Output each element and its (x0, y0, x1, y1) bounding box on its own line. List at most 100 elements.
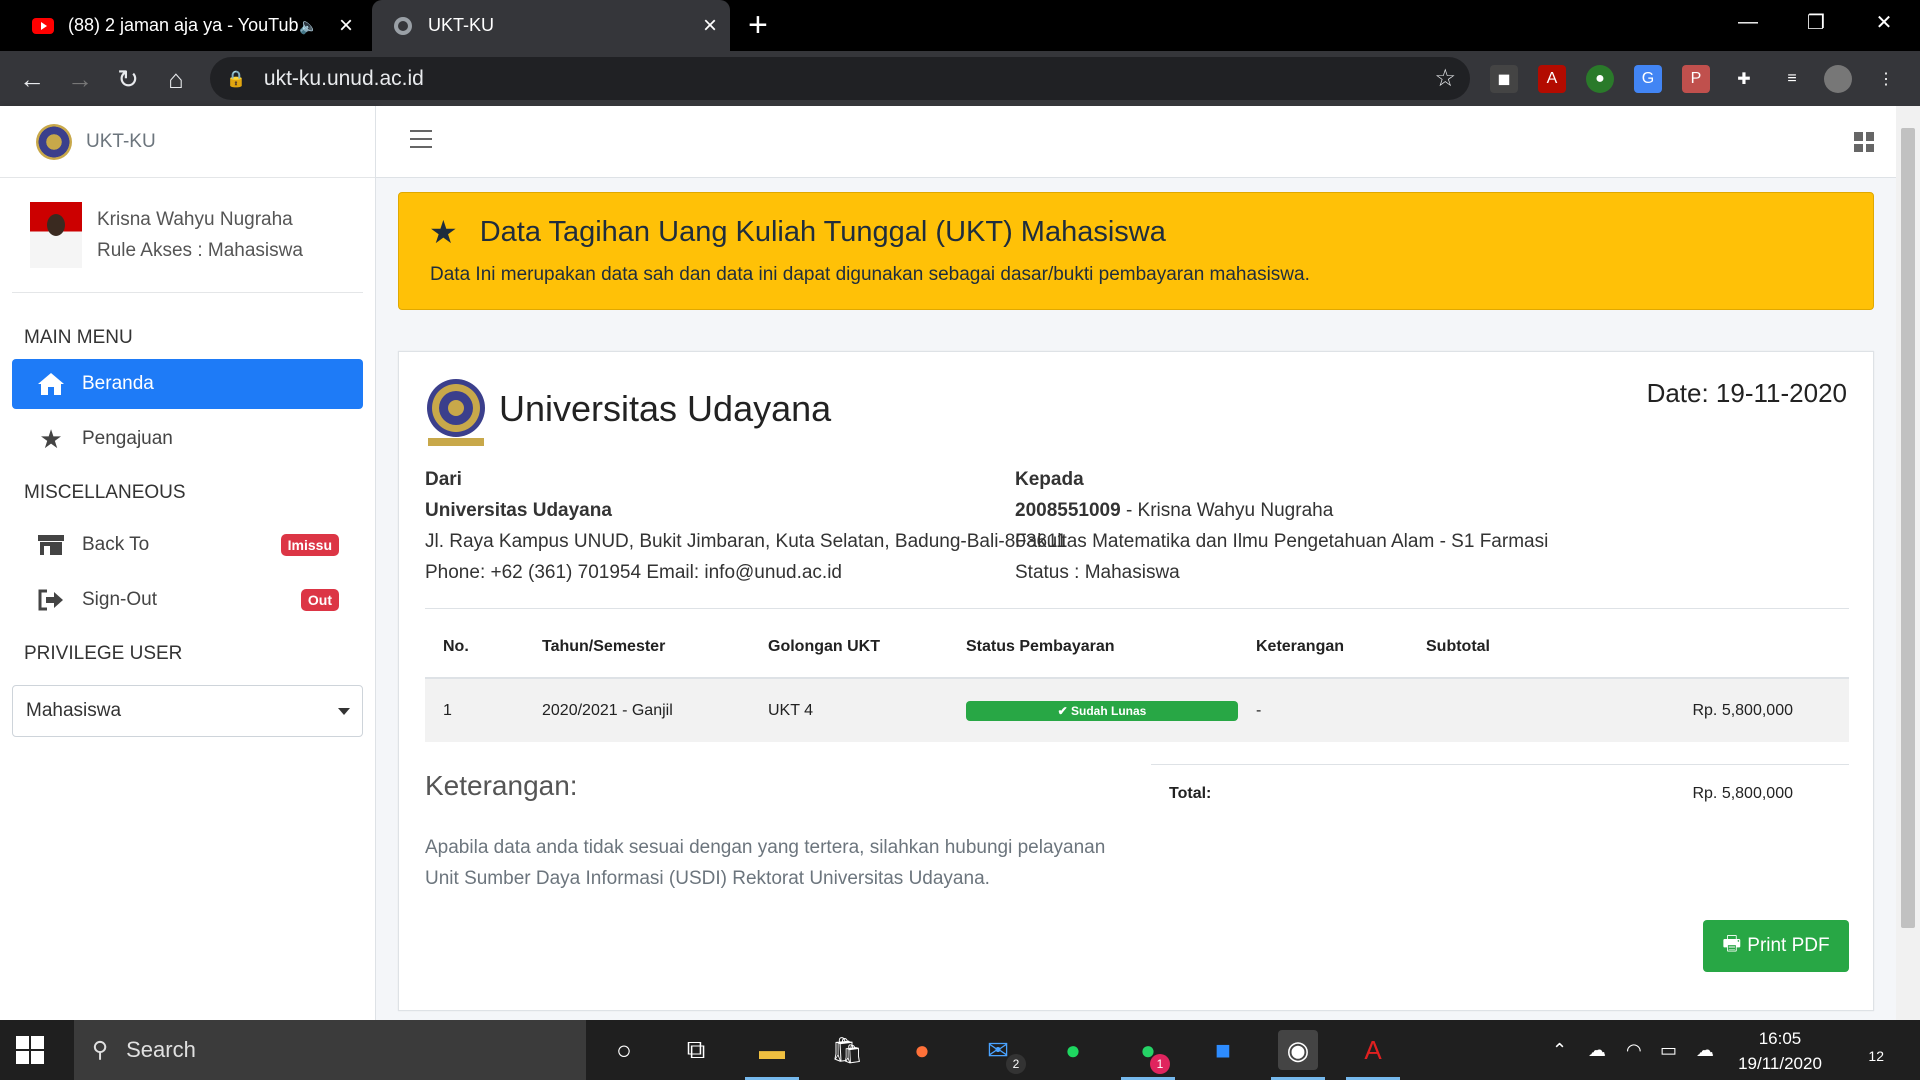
col-status: Status Pembayaran (948, 616, 1238, 679)
table-row: 1 2020/2021 - Ganjil UKT 4 ✔ Sudah Lunas… (425, 678, 1849, 742)
google-translate-icon[interactable]: G (1634, 65, 1662, 93)
privilege-heading: PRIVILEGE USER (24, 643, 183, 664)
main-menu-heading: MAIN MENU (24, 327, 133, 348)
from-label: Dari (425, 469, 462, 490)
browser-toolbar: ← → ↻ ⌂ 🔒 ukt-ku.unud.ac.id ☆ ◼ A ● G P … (0, 51, 1920, 106)
brand[interactable]: UKT-KU (0, 106, 375, 178)
student-name: - Krisna Wahyu Nugraha (1120, 500, 1334, 521)
back-icon[interactable]: ← (14, 61, 50, 97)
home-icon[interactable]: ⌂ (158, 61, 194, 97)
note-text: Apabila data anda tidak sesuai dengan ya… (425, 837, 1106, 889)
from-name: Universitas Udayana (425, 500, 612, 521)
clock-time: 16:05 (1758, 1029, 1802, 1048)
scrollbar-thumb[interactable] (1901, 128, 1915, 928)
out-badge: Out (300, 589, 339, 611)
close-tab-icon[interactable]: × (690, 12, 730, 40)
notification-center-icon[interactable]: 12 (1850, 1036, 1884, 1064)
privilege-value: Mahasiswa (26, 700, 122, 721)
reload-icon[interactable]: ↻ (110, 61, 146, 97)
sidebar-item-label: Sign-Out (82, 589, 157, 610)
print-pdf-button[interactable]: 🖶 Print PDF (1703, 920, 1849, 972)
clock-date: 19/11/2020 (1738, 1054, 1822, 1073)
firefox-icon[interactable]: ● (902, 1030, 942, 1070)
new-tab-button[interactable]: + (748, 6, 768, 45)
task-view-icon[interactable]: ⧉ (676, 1030, 716, 1070)
col-semester: Tahun/Semester (524, 616, 750, 679)
page-scrollbar[interactable] (1896, 106, 1920, 1020)
sidebar-item-label: Beranda (82, 373, 154, 394)
minimize-button[interactable]: — (1714, 0, 1782, 44)
cell-keterangan: - (1238, 678, 1408, 742)
tab-youtube[interactable]: (88) 2 jaman aja ya - YouTube 🔈 × (14, 0, 366, 51)
cell-subtotal: Rp. 5,800,000 (1408, 678, 1849, 742)
sidebar-item-beranda[interactable]: Beranda (12, 359, 363, 409)
profile-avatar[interactable] (1824, 65, 1852, 93)
extension-p-icon[interactable]: P (1682, 65, 1710, 93)
cortana-icon[interactable]: ○ (604, 1030, 644, 1070)
divider (425, 608, 1849, 609)
taskbar-clock[interactable]: 16:05 19/11/2020 (1734, 1026, 1826, 1076)
check-circle-icon: ✔ (1057, 703, 1072, 718)
print-label: Print PDF (1747, 935, 1830, 956)
puzzle-extensions-icon[interactable]: ✚ (1730, 65, 1758, 93)
windows-start-icon[interactable] (16, 1036, 44, 1064)
col-golongan: Golongan UKT (750, 616, 948, 679)
main-content: ★ Data Tagihan Uang Kuliah Tunggal (UKT)… (376, 106, 1896, 1020)
callout-text: Data Ini merupakan data sah dan data ini… (430, 264, 1310, 285)
chrome-menu-icon[interactable]: ⋮ (1872, 65, 1900, 93)
col-subtotal: Subtotal (1408, 616, 1849, 679)
top-navbar (376, 106, 1896, 178)
extension-green-icon[interactable]: ● (1586, 65, 1614, 93)
url-text: ukt-ku.unud.ac.id (263, 66, 424, 90)
ukt-callout: ★ Data Tagihan Uang Kuliah Tunggal (UKT)… (398, 192, 1874, 310)
tab-title: UKT-KU (428, 15, 495, 35)
battery-icon[interactable]: ▭ (1660, 1020, 1677, 1080)
taskbar-search[interactable]: ⚲ Search (74, 1020, 586, 1080)
zoom-icon[interactable]: ■ (1203, 1030, 1243, 1070)
media-queue-icon[interactable]: ≡ (1778, 65, 1806, 93)
sidebar-item-back-to[interactable]: Back To Imissu (12, 520, 363, 570)
store-icon[interactable]: 🛍 (827, 1030, 867, 1070)
mute-icon[interactable]: 🔈 (299, 17, 318, 35)
close-tab-icon[interactable]: × (326, 12, 366, 40)
extension-cube-icon[interactable]: ◼ (1490, 65, 1518, 93)
imissu-badge: Imissu (280, 534, 339, 556)
onedrive-icon[interactable]: ☁ (1588, 1020, 1606, 1080)
cell-golongan: UKT 4 (750, 678, 948, 742)
file-explorer-icon[interactable]: ▬ (752, 1030, 792, 1070)
invoice-date: Date: 19-11-2020 (1646, 378, 1847, 408)
apps-grid-icon[interactable] (1854, 132, 1874, 152)
hamburger-menu-icon[interactable] (410, 130, 432, 150)
brand-name: UKT-KU (86, 130, 156, 152)
store-icon (36, 533, 66, 557)
callout-title: Data Tagihan Uang Kuliah Tunggal (UKT) M… (479, 215, 1166, 248)
privilege-select[interactable]: Mahasiswa (12, 685, 363, 737)
acrobat-icon[interactable]: A (1353, 1030, 1393, 1070)
to-label: Kepada (1015, 469, 1084, 490)
col-keterangan: Keterangan (1238, 616, 1408, 679)
university-title: Universitas Udayana (499, 388, 832, 429)
address-bar[interactable]: 🔒 ukt-ku.unud.ac.id ☆ (210, 57, 1470, 100)
wifi-icon[interactable]: ◠ (1626, 1020, 1642, 1080)
forward-icon[interactable]: → (62, 61, 98, 97)
lock-icon: 🔒 (226, 70, 246, 88)
table-header-row: No. Tahun/Semester Golongan UKT Status P… (425, 616, 1849, 679)
sidebar-item-sign-out[interactable]: Sign-Out Out (12, 575, 363, 625)
tray-chevron-icon[interactable]: ⌃ (1552, 1020, 1567, 1080)
bookmark-star-icon[interactable]: ☆ (1434, 64, 1456, 93)
close-window-button[interactable]: ✕ (1850, 0, 1918, 44)
restore-button[interactable]: ❐ (1782, 0, 1850, 44)
cell-semester: 2020/2021 - Ganjil (524, 678, 750, 742)
chrome-icon[interactable]: ◉ (1278, 1030, 1318, 1070)
user-panel: Krisna Wahyu Nugraha Rule Akses : Mahasi… (12, 178, 363, 293)
spotify-icon[interactable]: ● (1053, 1030, 1093, 1070)
cloud-sync-icon[interactable]: ☁ (1696, 1020, 1714, 1080)
sign-out-icon (36, 588, 66, 612)
print-icon: 🖶 (1722, 933, 1742, 955)
acrobat-extension-icon[interactable]: A (1538, 65, 1566, 93)
tab-ukt-ku[interactable]: UKT-KU × (372, 0, 730, 51)
total-value: Rp. 5,800,000 (1692, 785, 1793, 802)
sidebar-item-pengajuan[interactable]: ★ Pengajuan (12, 414, 363, 464)
mail-badge: 2 (1006, 1054, 1026, 1074)
windows-taskbar: ⚲ Search ○ ⧉ ▬ 🛍 ● ✉ 2 ● ● 1 ■ ◉ A ⌃ ☁ ◠… (0, 1020, 1920, 1080)
